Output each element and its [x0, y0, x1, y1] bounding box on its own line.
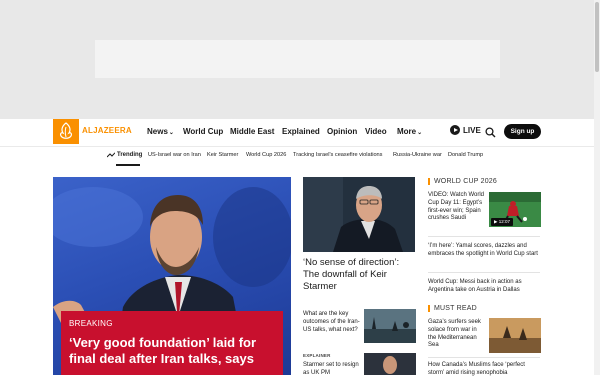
canada-muslims-headline[interactable]: How Canada’s Muslims face ‘perfect storm… [428, 362, 540, 378]
divider [428, 357, 540, 358]
nav-news[interactable]: News⌄ [147, 127, 174, 136]
page-scrollbar[interactable] [594, 0, 600, 375]
breaking-badge: BREAKING [69, 319, 113, 328]
trending-link[interactable]: Keir Starmer [207, 152, 238, 158]
explainer-label: EXPLAINER [303, 353, 331, 358]
ad-banner-area [0, 0, 594, 119]
yamal-headline[interactable]: ‘I’m here’: Yamal scores, dazzles and em… [428, 243, 540, 259]
surfers-photo-illustration [489, 318, 541, 353]
hero-headline[interactable]: ‘Very good foundation’ laid for final de… [69, 335, 279, 367]
divider [428, 236, 540, 237]
nav-opinion[interactable]: Opinion [327, 127, 357, 136]
messi-headline[interactable]: World Cup: Messi back in action as Argen… [428, 279, 540, 295]
trending-link[interactable]: Donald Trump [448, 152, 483, 158]
world-cup-video-headline[interactable]: VIDEO: Watch World Cup Day 11: Egypt’s f… [428, 192, 486, 223]
live-button[interactable]: LIVE [450, 125, 481, 135]
trending-link[interactable]: Tracking Israel's ceasefire violations [293, 152, 382, 158]
aljazeera-logo[interactable] [53, 119, 79, 144]
iran-talks-headline[interactable]: What are the key outcomes of the Iran-US… [303, 310, 361, 334]
chevron-down-icon: ⌄ [168, 130, 174, 136]
trending-label-group[interactable]: Trending [107, 152, 142, 158]
trending-link[interactable]: Russia-Ukraine war [393, 152, 442, 158]
starmer-photo-illustration [303, 177, 415, 252]
trending-bar: Trending US-Israel war on Iran Keir Star… [0, 146, 594, 166]
search-button[interactable] [485, 125, 496, 143]
live-label: LIVE [463, 125, 481, 135]
scrollbar-thumb[interactable] [595, 2, 599, 72]
trending-label: Trending [117, 152, 143, 158]
starmer-resign-image[interactable] [364, 353, 416, 375]
nav-video[interactable]: Video [365, 127, 387, 136]
trending-link[interactable]: US-Israel war on Iran [148, 152, 201, 158]
brand-name[interactable]: ALJAZEERA [82, 126, 132, 135]
breaking-news-card[interactable]: BREAKING ‘Very good foundation’ laid for… [61, 311, 283, 375]
must-read-section-heading[interactable]: MUST READ [428, 305, 477, 312]
divider [428, 272, 540, 273]
ad-placeholder[interactable] [95, 40, 500, 78]
world-cup-section-heading[interactable]: WORLD CUP 2026 [428, 178, 497, 185]
iran-talks-image[interactable] [364, 309, 416, 343]
starmer-headline[interactable]: ‘No sense of direction’: The downfall of… [303, 257, 415, 293]
trending-arrow-icon [107, 152, 115, 158]
nav-more[interactable]: More⌄ [397, 127, 422, 136]
trending-link[interactable]: World Cup 2026 [246, 152, 286, 158]
gaza-surfers-headline[interactable]: Gaza’s surfers seek solace from war in t… [428, 319, 486, 350]
chevron-down-icon: ⌄ [417, 130, 423, 136]
search-icon [485, 127, 496, 138]
trending-underline [116, 164, 140, 166]
nav-explained[interactable]: Explained [282, 127, 320, 136]
video-duration-badge: ▶ 12:07 [491, 218, 513, 226]
harbor-photo-illustration [364, 309, 416, 343]
starmer-image[interactable] [303, 177, 415, 252]
portrait-photo-illustration [364, 353, 416, 375]
nav-middle-east[interactable]: Middle East [230, 127, 274, 136]
gaza-surfers-image[interactable] [489, 318, 541, 353]
play-icon [450, 125, 460, 135]
nav-world-cup[interactable]: World Cup [183, 127, 223, 136]
signup-button[interactable]: Sign up [504, 124, 541, 139]
aljazeera-emblem-icon [60, 122, 72, 139]
